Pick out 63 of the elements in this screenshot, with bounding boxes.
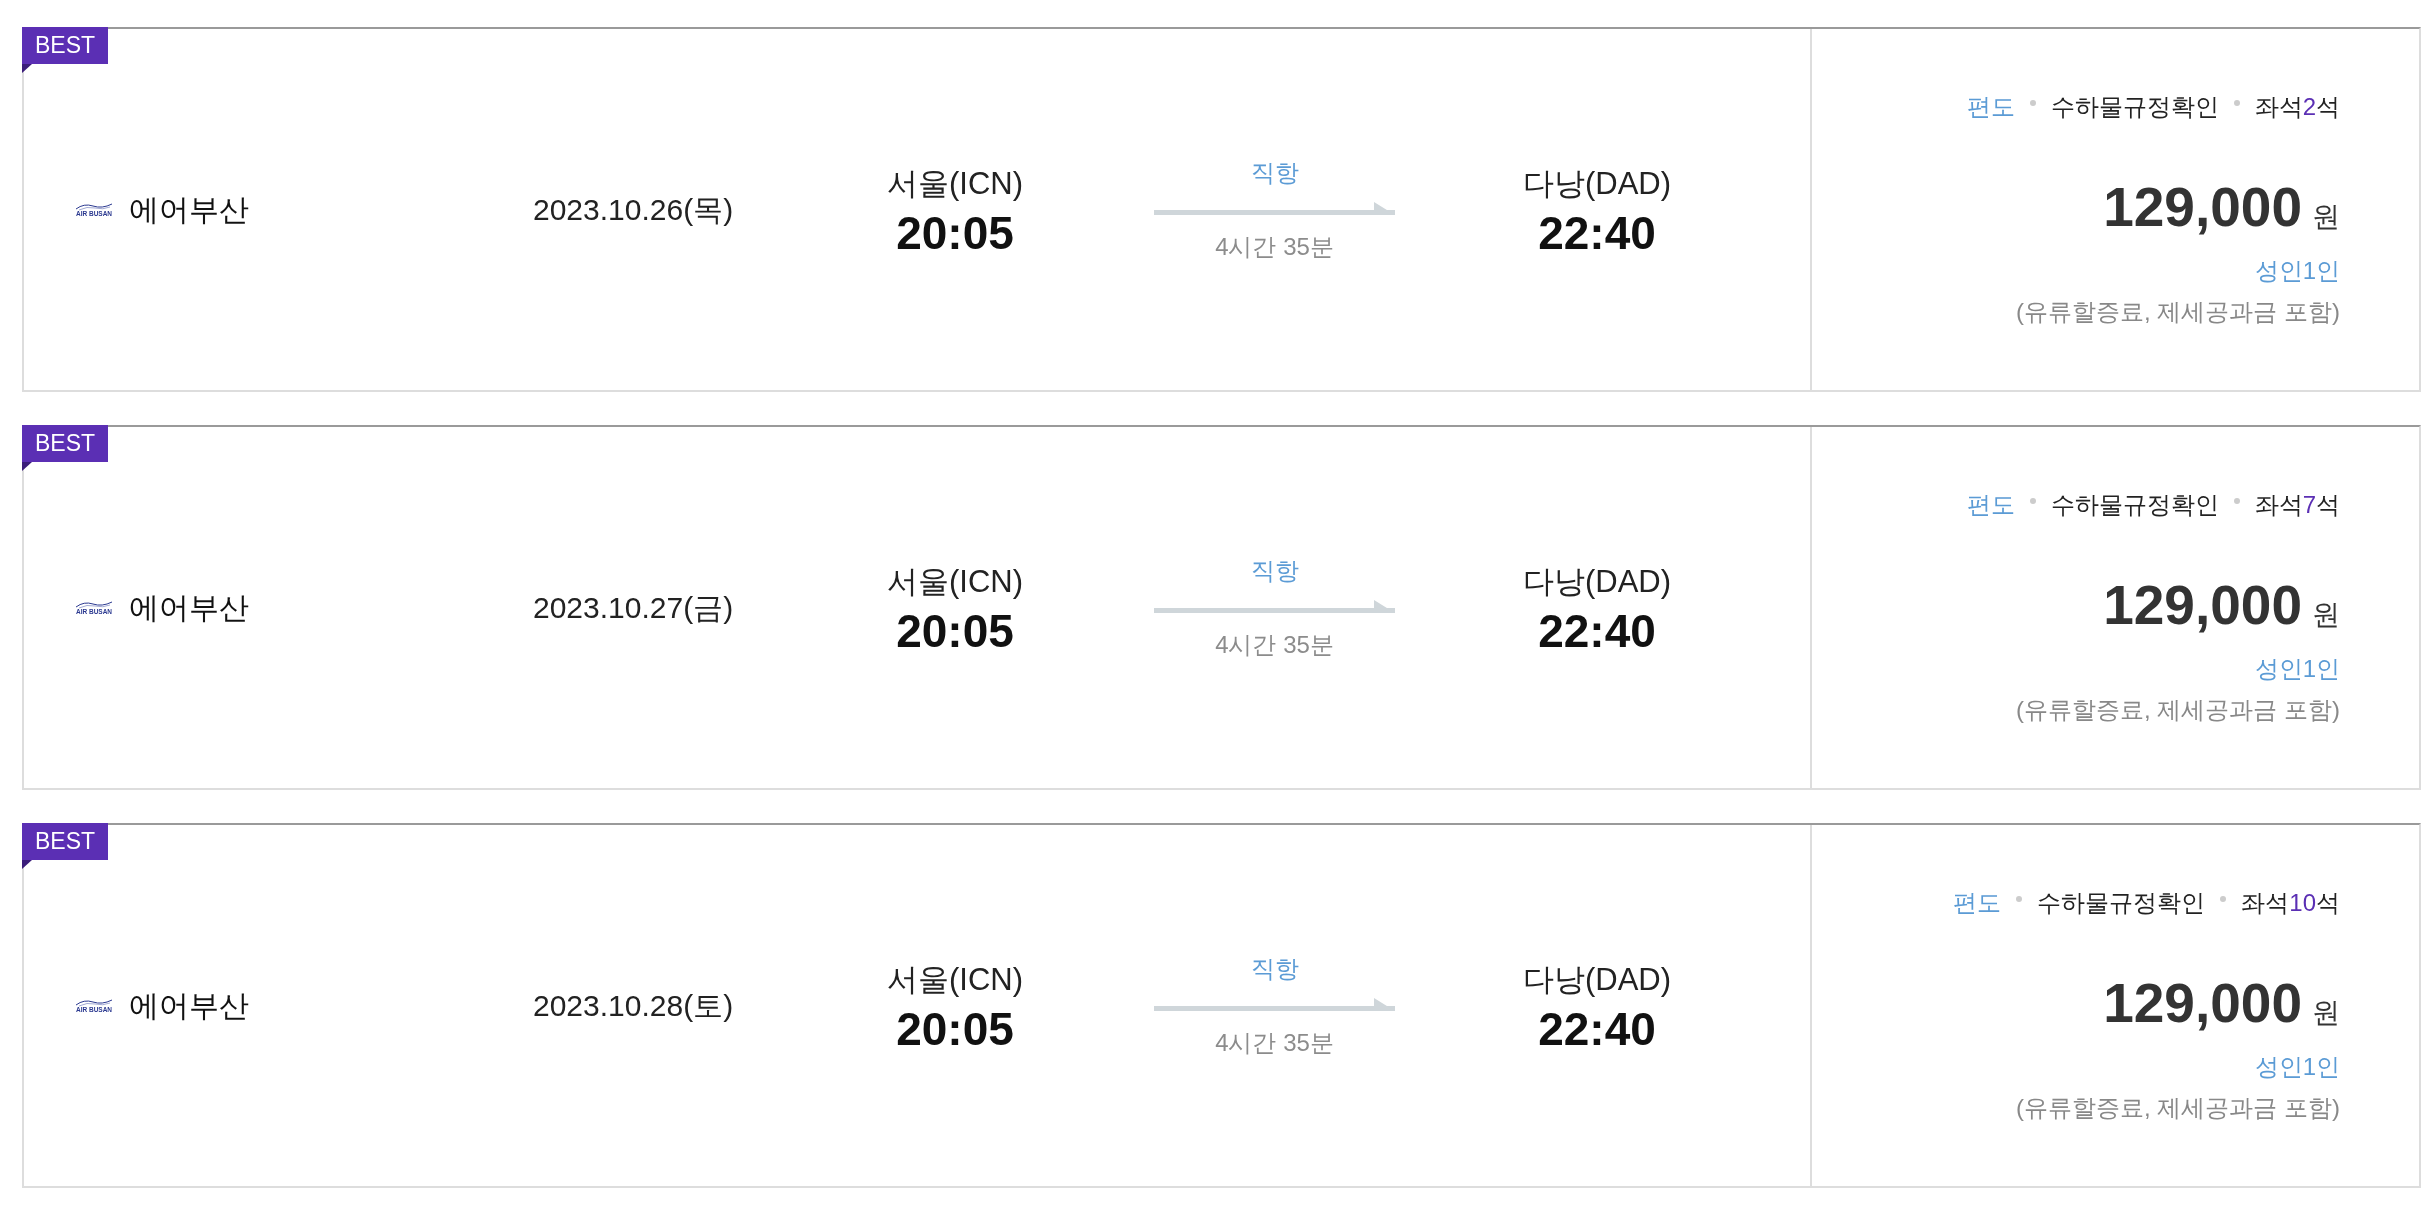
departure-city: 서울(ICN) [886,960,1023,999]
best-badge: BEST [22,425,109,462]
fare-note: (유류할증료, 제세공과금 포함) [2016,297,2340,327]
ribbon-fold-icon [22,860,32,869]
flight-type-label: 직항 [1250,956,1299,981]
logo-swoosh-icon [75,201,113,211]
departure-time: 20:05 [896,607,1014,654]
separator-dot-icon [2029,498,2036,504]
fare-note: (유류할증료, 제세공과금 포함) [2016,695,2340,725]
flight-duration: 4시간 35분 [1215,234,1334,259]
arrow-icon [1154,200,1395,215]
logo-swoosh-icon [75,599,113,609]
flight-duration: 4시간 35분 [1215,632,1334,657]
fare-price: 129,000 [2103,976,2302,1031]
departure-time: 20:05 [896,1005,1014,1052]
best-badge: BEST [22,823,109,860]
passenger-count: 성인1인 [2254,654,2340,684]
separator-dot-icon [2016,896,2023,902]
departure-city: 서울(ICN) [886,164,1023,203]
arrival-time: 22:40 [1538,1005,1656,1052]
currency-unit: 원 [2312,203,2340,231]
arrival-time: 22:40 [1538,209,1656,256]
best-badge: BEST [22,27,109,64]
flight-duration: 4시간 35분 [1215,1030,1334,1055]
arrival-city: 다낭(DAD) [1522,960,1672,999]
arrow-icon [1154,996,1395,1011]
trip-type-label: 편도 [1966,490,2015,520]
arrow-icon [1154,598,1395,613]
currency-unit: 원 [2312,999,2340,1027]
arrival-city: 다낭(DAD) [1522,562,1672,601]
separator-dot-icon [2233,100,2240,106]
baggage-rules-link[interactable]: 수하물규정확인 [2050,487,2219,523]
separator-dot-icon [2220,896,2227,902]
ribbon-fold-icon [22,462,32,471]
separator-dot-icon [2029,100,2036,106]
trip-type-label: 편도 [1953,888,2002,918]
airline-name: 에어부산 [129,988,249,1024]
flight-type-label: 직항 [1250,558,1299,583]
seats-remaining: 좌석2석 [2254,92,2340,122]
trip-type-label: 편도 [1966,92,2015,122]
separator-dot-icon [2233,498,2240,504]
baggage-rules-link[interactable]: 수하물규정확인 [2037,885,2206,921]
arrival-time: 22:40 [1538,607,1656,654]
passenger-count: 성인1인 [2254,256,2340,286]
passenger-count: 성인1인 [2254,1052,2340,1082]
flight-date: 2023.10.26(목) [533,192,735,228]
fare-note: (유류할증료, 제세공과금 포함) [2016,1093,2340,1123]
airline-name: 에어부산 [129,590,249,626]
currency-unit: 원 [2312,601,2340,629]
flight-date: 2023.10.27(금) [533,590,735,626]
flight-type-label: 직항 [1250,160,1299,185]
logo-swoosh-icon [75,997,113,1007]
departure-city: 서울(ICN) [886,562,1023,601]
flight-date: 2023.10.28(토) [533,988,735,1024]
seats-remaining: 좌석7석 [2254,490,2340,520]
ribbon-fold-icon [22,64,32,73]
departure-time: 20:05 [896,209,1014,256]
seats-remaining: 좌석 10석 [2241,888,2340,918]
fare-price: 129,000 [2103,578,2302,633]
arrival-city: 다낭(DAD) [1522,164,1672,203]
baggage-rules-link[interactable]: 수하물규정확인 [2050,89,2219,125]
airline-name: 에어부산 [129,192,249,228]
fare-price: 129,000 [2103,180,2302,235]
